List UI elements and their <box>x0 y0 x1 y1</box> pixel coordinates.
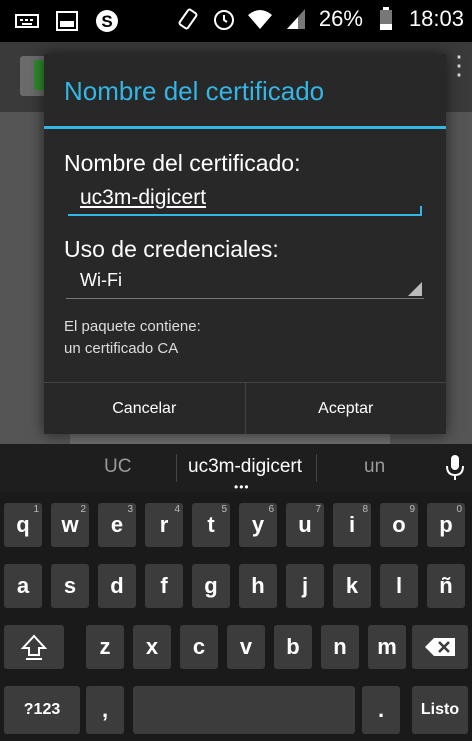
rotate-icon <box>175 6 201 32</box>
key-t[interactable]: 5t <box>192 503 230 547</box>
symbols-key[interactable]: ?123 <box>4 686 80 734</box>
suggestion-3[interactable]: un <box>364 456 385 478</box>
wifi-icon <box>247 6 273 32</box>
key-u[interactable]: 7u <box>286 503 324 547</box>
key-a[interactable]: a <box>4 564 42 608</box>
battery-percent: 26% <box>318 6 363 31</box>
suggestion-strip: UC uc3m-digicert ••• un <box>0 444 472 494</box>
package-info-line2: un certificado CA <box>64 340 179 357</box>
app-s-icon: S <box>94 8 120 34</box>
certificate-name-label: Nombre del certificado: <box>64 150 301 176</box>
suggestion-divider <box>176 454 177 482</box>
status-bar: S 26% 18:03 <box>0 0 472 42</box>
input-cursor <box>420 206 422 214</box>
key-i[interactable]: 8i <box>333 503 371 547</box>
alarm-icon <box>211 6 237 32</box>
key-x[interactable]: x <box>133 625 171 669</box>
dropdown-arrow-icon <box>408 282 422 296</box>
shift-key[interactable] <box>4 625 64 669</box>
comma-key[interactable]: , <box>86 686 124 734</box>
key-d[interactable]: d <box>98 564 136 608</box>
key-q[interactable]: 1q <box>4 503 42 547</box>
signal-icon <box>283 6 309 32</box>
backspace-icon <box>425 638 455 656</box>
dialog-title: Nombre del certificado <box>64 76 325 106</box>
certificate-name-dialog: Nombre del certificado Nombre del certif… <box>44 54 446 435</box>
svg-text:S: S <box>101 12 112 31</box>
key-h[interactable]: h <box>239 564 277 608</box>
accept-button[interactable]: Aceptar <box>244 383 447 435</box>
background-menu-icon: ⋮ <box>446 52 472 88</box>
microphone-icon[interactable] <box>444 454 466 482</box>
dialog-buttons: Cancelar Aceptar <box>44 382 446 435</box>
key-w[interactable]: 2w <box>51 503 89 547</box>
key-k[interactable]: k <box>333 564 371 608</box>
more-suggestions-icon: ••• <box>234 480 250 494</box>
key-s[interactable]: s <box>51 564 89 608</box>
suggestion-2[interactable]: uc3m-digicert <box>188 456 302 478</box>
key-m[interactable]: m <box>368 625 406 669</box>
key-n[interactable]: n <box>321 625 359 669</box>
key-l[interactable]: l <box>380 564 418 608</box>
key-y[interactable]: 6y <box>239 503 277 547</box>
battery-icon <box>373 6 399 32</box>
clock: 18:03 <box>408 6 464 31</box>
title-divider <box>44 126 446 129</box>
shift-icon <box>20 634 48 660</box>
suggestion-divider <box>316 454 317 482</box>
key-p[interactable]: 0p <box>427 503 465 547</box>
key-r[interactable]: 4r <box>145 503 183 547</box>
key-b[interactable]: b <box>274 625 312 669</box>
done-key[interactable]: Listo <box>412 686 468 734</box>
credential-usage-value: Wi-Fi <box>80 270 122 290</box>
certificate-name-input[interactable]: uc3m-digicert <box>68 184 422 216</box>
key-v[interactable]: v <box>227 625 265 669</box>
space-key[interactable] <box>133 686 355 734</box>
key-f[interactable]: f <box>145 564 183 608</box>
key-c[interactable]: c <box>180 625 218 669</box>
key-j[interactable]: j <box>286 564 324 608</box>
key-o[interactable]: 9o <box>380 503 418 547</box>
soft-keyboard: UC uc3m-digicert ••• un 1q 2w 3e 4r 5t 6… <box>0 444 472 741</box>
certificate-name-value: uc3m-digicert <box>80 186 207 209</box>
key-g[interactable]: g <box>192 564 230 608</box>
package-info-line1: El paquete contiene: <box>64 318 201 335</box>
credential-usage-select[interactable]: Wi-Fi <box>66 266 424 299</box>
period-key[interactable]: . <box>362 686 400 734</box>
credential-usage-label: Uso de credenciales: <box>64 236 279 262</box>
key-z[interactable]: z <box>86 625 124 669</box>
screenshot-icon <box>54 8 80 34</box>
suggestion-1[interactable]: UC <box>104 456 131 478</box>
cancel-button[interactable]: Cancelar <box>44 383 245 435</box>
backspace-key[interactable] <box>412 625 468 669</box>
key-e[interactable]: 3e <box>98 503 136 547</box>
key-n-tilde[interactable]: ñ <box>427 564 465 608</box>
keyboard-icon <box>14 8 40 34</box>
